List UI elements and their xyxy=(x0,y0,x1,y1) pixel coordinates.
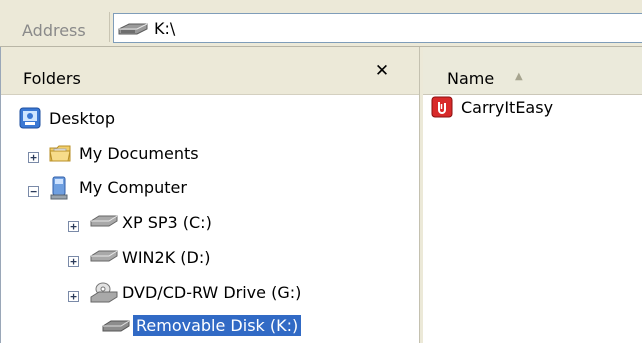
name-column-header[interactable]: Name ▲ xyxy=(423,47,642,95)
removable-disk-icon xyxy=(101,319,131,337)
expand-button[interactable]: + xyxy=(68,221,79,232)
sort-ascending-icon: ▲ xyxy=(515,71,523,82)
file-list-pane: Name ▲ CarryItEasy xyxy=(423,47,642,343)
hard-drive-icon xyxy=(89,214,119,232)
close-folders-button[interactable]: ✕ xyxy=(369,58,395,84)
name-column-label: Name xyxy=(447,69,495,88)
expand-button[interactable]: + xyxy=(68,291,79,302)
tree-item-label: XP SP3 (C:) xyxy=(122,213,212,232)
tree-item-label: My Computer xyxy=(79,178,187,197)
address-value: K:\ xyxy=(154,19,176,38)
hard-drive-icon xyxy=(89,249,119,267)
folders-header: Folders ✕ xyxy=(1,47,419,95)
tree-item-label: DVD/CD-RW Drive (G:) xyxy=(122,283,302,302)
tree-item-my-computer[interactable]: My Computer xyxy=(49,174,289,204)
computer-icon xyxy=(49,176,71,204)
address-separator xyxy=(109,12,110,42)
address-input[interactable]: K:\ xyxy=(113,13,642,43)
tree-item-label: Removable Disk (K:) xyxy=(133,315,302,336)
collapse-button[interactable]: − xyxy=(28,186,39,197)
folder-documents-icon xyxy=(49,142,71,168)
address-label: Address xyxy=(22,21,86,40)
file-item-carryiteasy[interactable]: CarryItEasy xyxy=(431,95,642,125)
file-item-label: CarryItEasy xyxy=(461,98,554,117)
folders-title: Folders xyxy=(23,69,81,88)
tree-item-my-documents[interactable]: My Documents xyxy=(49,140,289,170)
optical-drive-icon xyxy=(89,281,119,309)
tree-item-label: My Documents xyxy=(79,144,199,163)
tree-item-drive-c[interactable]: XP SP3 (C:) xyxy=(89,209,329,239)
drive-icon xyxy=(117,21,149,41)
folders-pane: Folders ✕ Desktop + My Documents − My Co… xyxy=(0,47,419,343)
tree-item-drive-g[interactable]: DVD/CD-RW Drive (G:) xyxy=(89,279,389,309)
expand-button[interactable]: + xyxy=(28,152,39,163)
tree-item-label: Desktop xyxy=(49,109,115,128)
address-bar: Address K:\ xyxy=(0,0,642,47)
desktop-icon xyxy=(19,107,41,133)
tree-item-desktop[interactable]: Desktop xyxy=(19,105,219,135)
carryiteasy-app-icon xyxy=(431,96,453,122)
expand-button[interactable]: + xyxy=(68,256,79,267)
tree-item-drive-d[interactable]: WIN2K (D:) xyxy=(89,244,329,274)
tree-item-drive-k[interactable]: Removable Disk (K:) xyxy=(101,313,361,343)
tree-item-label: WIN2K (D:) xyxy=(122,248,211,267)
